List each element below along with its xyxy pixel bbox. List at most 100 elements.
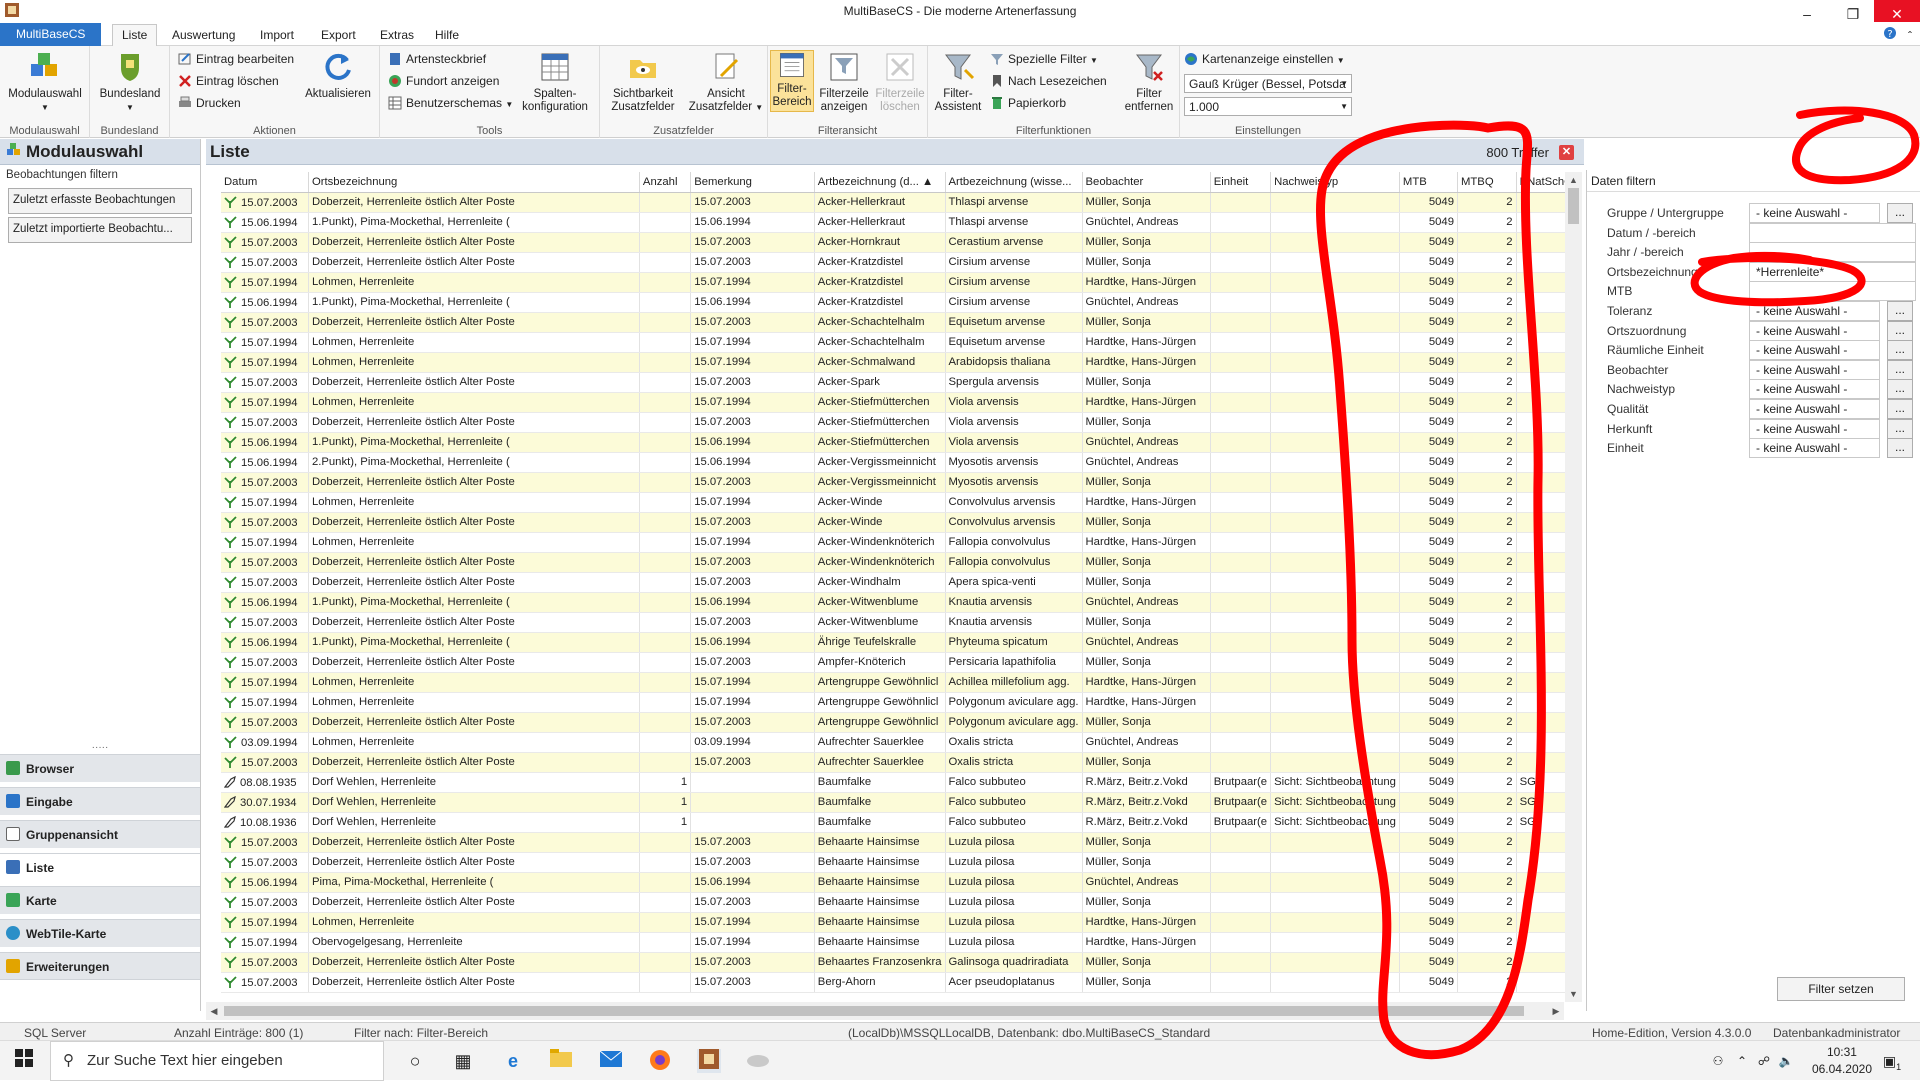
column-header[interactable]: Beobachter — [1082, 172, 1211, 193]
firefox-icon[interactable] — [648, 1049, 672, 1073]
tray-chevron-up-icon[interactable]: ⌃ — [1730, 1049, 1754, 1073]
table-row[interactable]: 15.07.2003 Doberzeit, Herrenleite östlich… — [221, 252, 1577, 273]
filter-assistent-button[interactable]: Filter- Assistent — [932, 50, 984, 114]
panel-splitter[interactable]: ····· — [0, 743, 200, 754]
nav-gruppenansicht[interactable]: Gruppenansicht — [0, 820, 200, 848]
nav-karte[interactable]: Karte — [0, 886, 200, 914]
table-row[interactable]: 15.07.1994 Lohmen, Herrenleite 15.07.1994 A… — [221, 352, 1577, 373]
artensteckbrief-button[interactable]: Artensteckbrief — [388, 52, 486, 66]
nav-erweiterungen[interactable]: Erweiterungen — [0, 952, 200, 980]
table-row[interactable]: 15.07.1994 Lohmen, Herrenleite 15.07.1994 A… — [221, 692, 1577, 713]
filter-value-field[interactable]: - keine Auswahl - — [1749, 301, 1880, 321]
table-row[interactable]: 15.07.2003 Doberzeit, Herrenleite östlich… — [221, 892, 1577, 913]
filter-browse-button[interactable]: ... — [1887, 359, 1913, 380]
volume-icon[interactable]: 🔈 — [1774, 1049, 1798, 1073]
filter-browse-button[interactable]: ... — [1887, 399, 1913, 419]
tab-export[interactable]: Export — [311, 26, 366, 46]
recent-observations-button[interactable]: Zuletzt erfasste Beobachtungen — [8, 188, 192, 214]
table-row[interactable]: 15.07.2003 Doberzeit, Herrenleite östlich… — [221, 552, 1577, 573]
nav-webtile-karte[interactable]: WebTile-Karte — [0, 919, 200, 947]
scroll-down-icon[interactable]: ▼ — [1565, 986, 1582, 1002]
modulauswahl-button[interactable]: Modulauswahl ▼ — [2, 50, 88, 114]
column-header[interactable]: Artbezeichnung (wisse... — [945, 172, 1083, 193]
fundort-anzeigen-button[interactable]: Fundort anzeigen — [388, 74, 499, 88]
nav-liste[interactable]: Liste — [0, 853, 200, 881]
filter-value-field[interactable] — [1749, 281, 1916, 302]
column-header[interactable]: Ortsbezeichnung — [308, 172, 640, 193]
spezielle-filter-button[interactable]: Spezielle Filter ▼ — [990, 52, 1098, 66]
windows-start-icon[interactable] — [12, 1049, 36, 1073]
filter-value-field[interactable]: - keine Auswahl - — [1749, 438, 1880, 459]
tab-import[interactable]: Import — [250, 26, 304, 46]
table-row[interactable]: 15.07.2003 Doberzeit, Herrenleite östlich… — [221, 612, 1577, 633]
hscroll-thumb[interactable] — [224, 1006, 1524, 1016]
table-row[interactable]: 15.07.2003 Doberzeit, Herrenleite östlich… — [221, 852, 1577, 873]
tab-auswertung[interactable]: Auswertung — [162, 26, 245, 46]
filter-apply-button[interactable]: Filter setzen — [1777, 977, 1905, 1001]
table-row[interactable]: 15.07.2003 Doberzeit, Herrenleite östlich… — [221, 652, 1577, 673]
vertical-scrollbar[interactable]: ▲ ▼ — [1565, 172, 1582, 1002]
table-row[interactable]: 15.07.2003 Doberzeit, Herrenleite östlich… — [221, 472, 1577, 493]
table-row[interactable]: 15.06.1994 2.Punkt), Pima-Mockethal, Herr… — [221, 452, 1577, 473]
table-row[interactable]: 15.06.1994 1.Punkt), Pima-Mockethal, Herr… — [221, 212, 1577, 233]
drucken-button[interactable]: Drucken — [178, 96, 241, 110]
table-row[interactable]: 15.07.2003 Doberzeit, Herrenleite östlich… — [221, 752, 1577, 773]
cloud-app-icon[interactable] — [746, 1049, 770, 1073]
collapse-ribbon-icon[interactable]: ˆ — [1908, 29, 1912, 43]
data-grid[interactable]: Datum Ortsbezeichnung Anzahl Bemerkung Artbe… — [221, 172, 1577, 996]
filter-value-field[interactable]: - keine Auswahl - — [1749, 359, 1880, 380]
scroll-right-icon[interactable]: ▶ — [1548, 1002, 1564, 1020]
filter-value-field[interactable]: - keine Auswahl - — [1749, 203, 1880, 223]
filter-browse-button[interactable]: ... — [1887, 320, 1913, 341]
cortana-icon[interactable]: ○ — [403, 1049, 427, 1073]
horizontal-scrollbar[interactable]: ◀ ▶ — [206, 1002, 1564, 1020]
help-icon[interactable]: ? ˆ — [1883, 26, 1912, 43]
task-view-icon[interactable]: ▦ — [451, 1049, 475, 1073]
table-row[interactable]: 30.07.1934 Dorf Wehlen, Herrenleite 1 Baumf… — [221, 792, 1577, 813]
table-row[interactable]: 15.07.1994 Lohmen, Herrenleite 15.07.1994 A… — [221, 272, 1577, 293]
table-row[interactable]: 15.07.2003 Doberzeit, Herrenleite östlich… — [221, 312, 1577, 333]
eintrag-loeschen-button[interactable]: Eintrag löschen — [178, 74, 279, 88]
table-row[interactable]: 15.07.2003 Doberzeit, Herrenleite östlich… — [221, 572, 1577, 593]
column-header[interactable]: Einheit — [1210, 172, 1272, 193]
column-header[interactable]: Artbezeichnung (d... ▲ — [814, 172, 946, 193]
papierkorb-button[interactable]: Papierkorb — [990, 96, 1066, 110]
nav-browser[interactable]: Browser — [0, 754, 200, 782]
file-explorer-icon[interactable] — [549, 1049, 573, 1073]
multibasecs-taskbar-icon[interactable] — [697, 1049, 721, 1073]
mail-icon[interactable] — [599, 1049, 623, 1073]
projection-select[interactable]: Gauß Krüger (Bessel, Potsda ▼ — [1184, 74, 1352, 93]
benutzerschemas-button[interactable]: Benutzerschemas ▼ — [388, 96, 513, 110]
filter-value-field[interactable]: - keine Auswahl - — [1749, 340, 1880, 361]
table-row[interactable]: 15.07.2003 Doberzeit, Herrenleite östlich… — [221, 372, 1577, 393]
table-row[interactable]: 15.07.2003 Doberzeit, Herrenleite östlich… — [221, 512, 1577, 533]
close-icon[interactable]: ✕ — [1559, 145, 1574, 160]
filter-bereich-button[interactable]: Filter- Bereich — [770, 50, 814, 112]
bundesland-button[interactable]: Bundesland ▼ — [92, 50, 168, 114]
table-row[interactable]: 15.07.1994 Lohmen, Herrenleite 15.07.1994 A… — [221, 532, 1577, 553]
spaltenkonfiguration-button[interactable]: Spalten-konfiguration — [512, 50, 598, 114]
eintrag-bearbeiten-button[interactable]: Eintrag bearbeiten — [178, 52, 294, 66]
kartenanzeige-einstellen-button[interactable]: Kartenanzeige einstellen ▼ — [1184, 52, 1345, 66]
table-row[interactable]: 15.06.1994 1.Punkt), Pima-Mockethal, Herr… — [221, 592, 1577, 613]
filter-browse-button[interactable]: ... — [1887, 379, 1913, 400]
filter-browse-button[interactable]: ... — [1887, 438, 1913, 459]
table-row[interactable]: 15.07.2003 Doberzeit, Herrenleite östlich… — [221, 972, 1577, 993]
filter-browse-button[interactable]: ... — [1887, 418, 1913, 439]
filter-value-field[interactable]: - keine Auswahl - — [1749, 320, 1880, 341]
nach-lesezeichen-button[interactable]: Nach Lesezeichen — [990, 74, 1107, 88]
filter-browse-button[interactable]: ... — [1887, 340, 1913, 361]
filter-browse-button[interactable]: ... — [1887, 203, 1913, 223]
table-row[interactable]: 15.06.1994 1.Punkt), Pima-Mockethal, Herr… — [221, 432, 1577, 453]
column-header[interactable]: Nachweistyp — [1270, 172, 1400, 193]
filter-value-field[interactable] — [1749, 242, 1916, 263]
taskbar-search-input[interactable]: ⚲ Zur Suche Text hier eingeben — [50, 1041, 384, 1081]
recent-imports-button[interactable]: Zuletzt importierte Beobachtu... — [8, 217, 192, 243]
scroll-left-icon[interactable]: ◀ — [206, 1002, 222, 1020]
table-row[interactable]: 03.09.1994 Lohmen, Herrenleite 03.09.1994 A… — [221, 732, 1577, 753]
notification-icon[interactable]: ▣1 — [1880, 1049, 1904, 1073]
table-row[interactable]: 15.07.1994 Lohmen, Herrenleite 15.07.1994 B… — [221, 912, 1577, 933]
network-icon[interactable]: ☍ — [1752, 1049, 1776, 1073]
aktualisieren-button[interactable]: Aktualisieren — [300, 50, 376, 101]
tab-extras[interactable]: Extras — [370, 26, 424, 46]
